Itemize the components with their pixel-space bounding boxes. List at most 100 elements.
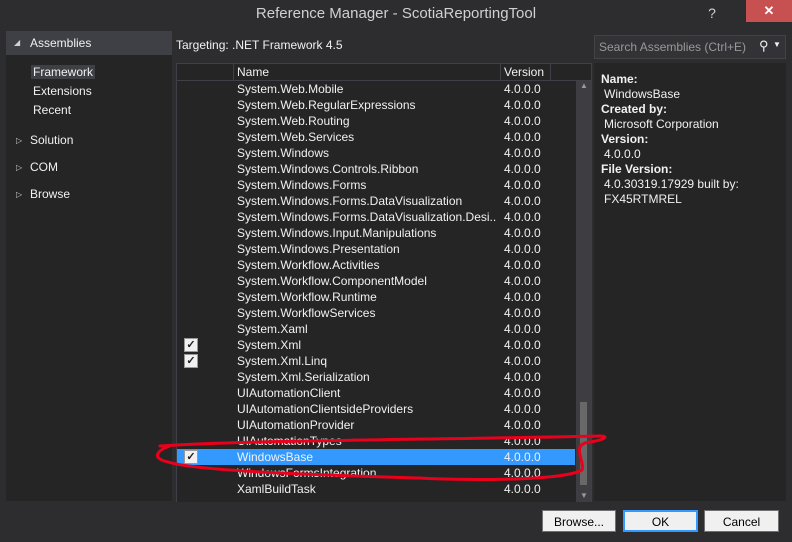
scroll-down-icon[interactable]: ▼ <box>580 491 588 500</box>
assembly-name: System.Xml.Linq <box>237 354 328 368</box>
checkbox-checked-icon[interactable]: ✓ <box>184 354 198 368</box>
scroll-thumb[interactable] <box>580 402 587 485</box>
detail-version-value: 4.0.0.0 <box>604 147 641 161</box>
table-row[interactable]: System.Windows 4.0.0.0 <box>177 145 575 161</box>
assembly-name: System.Xml <box>237 338 302 352</box>
assembly-version: 4.0.0.0 <box>504 322 541 336</box>
chevron-down-icon[interactable]: ▼ <box>773 40 781 49</box>
table-row[interactable]: System.Windows.Controls.Ribbon 4.0.0.0 <box>177 161 575 177</box>
checkbox-checked-icon[interactable]: ✓ <box>184 338 198 352</box>
assembly-name: UIAutomationProvider <box>237 418 355 432</box>
assembly-name: System.Web.RegularExpressions <box>237 98 416 112</box>
scroll-up-icon[interactable]: ▲ <box>580 81 588 90</box>
assembly-name: System.Web.Routing <box>237 114 350 128</box>
table-row[interactable]: System.Windows.Forms 4.0.0.0 <box>177 177 575 193</box>
sidebar-item-label: Browse <box>30 187 71 201</box>
detail-version-label: Version: <box>601 132 649 146</box>
expanded-triangle-icon: ◢ <box>14 38 21 47</box>
table-row[interactable]: System.Windows.Presentation 4.0.0.0 <box>177 241 575 257</box>
column-header-name[interactable]: Name <box>237 65 269 79</box>
assembly-version: 4.0.0.0 <box>504 402 541 416</box>
assembly-version: 4.0.0.0 <box>504 226 541 240</box>
detail-file-version-line2: FX45RTMREL <box>604 192 682 206</box>
checkbox-checked-icon[interactable]: ✓ <box>184 450 198 464</box>
table-row[interactable]: UIAutomationClientsideProviders 4.0.0.0 <box>177 401 575 417</box>
vertical-scrollbar[interactable]: ▲ ▼ <box>576 81 591 502</box>
assembly-name: System.Workflow.Activities <box>237 258 380 272</box>
sidebar-item-framework[interactable]: Framework <box>31 65 96 79</box>
assembly-version: 4.0.0.0 <box>504 338 541 352</box>
table-row[interactable]: ✓ System.Xml.Linq 4.0.0.0 <box>177 353 575 369</box>
assembly-version: 4.0.0.0 <box>504 274 541 288</box>
cancel-button[interactable]: Cancel <box>704 510 779 532</box>
search-box[interactable]: ⚲ ▼ <box>594 35 786 59</box>
assembly-name: System.Windows.Presentation <box>237 242 400 256</box>
browse-button[interactable]: Browse... <box>542 510 616 532</box>
table-row[interactable]: ✓ System.Xml 4.0.0.0 <box>177 337 575 353</box>
assembly-name: System.Windows.Controls.Ribbon <box>237 162 419 176</box>
assembly-version: 4.0.0.0 <box>504 82 541 96</box>
targeting-label: Targeting: .NET Framework 4.5 <box>176 38 343 52</box>
collapsed-triangle-icon: ▷ <box>16 190 23 199</box>
assembly-list: Name Version System.Web.Mobile 4.0.0.0 Sys… <box>176 63 592 503</box>
assembly-version: 4.0.0.0 <box>504 450 541 464</box>
assembly-version: 4.0.0.0 <box>504 386 541 400</box>
table-row[interactable]: System.Windows.Forms.DataVisualization.D… <box>177 209 575 225</box>
assembly-version: 4.0.0.0 <box>504 434 541 448</box>
assembly-name: System.Windows.Forms <box>237 178 367 192</box>
assembly-name: System.Web.Services <box>237 130 355 144</box>
ok-button[interactable]: OK <box>623 510 698 532</box>
assembly-name: System.Workflow.ComponentModel <box>237 274 427 288</box>
table-row[interactable]: System.Windows.Forms.DataVisualization 4.… <box>177 193 575 209</box>
table-row[interactable]: System.Workflow.ComponentModel 4.0.0.0 <box>177 273 575 289</box>
assembly-version: 4.0.0.0 <box>504 178 541 192</box>
search-icon[interactable]: ⚲ <box>759 38 769 54</box>
column-divider[interactable] <box>550 64 551 80</box>
detail-name-label: Name: <box>601 72 638 86</box>
assembly-version: 4.0.0.0 <box>504 370 541 384</box>
table-row[interactable]: UIAutomationTypes 4.0.0.0 <box>177 433 575 449</box>
sidebar-item-assemblies[interactable]: ◢ Assemblies <box>6 31 172 55</box>
assembly-version: 4.0.0.0 <box>504 114 541 128</box>
column-divider[interactable] <box>500 64 501 80</box>
table-row[interactable]: XamlBuildTask 4.0.0.0 <box>177 481 575 497</box>
table-row[interactable]: UIAutomationClient 4.0.0.0 <box>177 385 575 401</box>
title-bar: Reference Manager - ScotiaReportingTool … <box>0 0 792 30</box>
assembly-name: System.Windows.Forms.DataVisualization.D… <box>237 210 497 224</box>
table-row[interactable]: System.Windows.Input.Manipulations 4.0.0.… <box>177 225 575 241</box>
column-header-version[interactable]: Version <box>504 65 544 79</box>
table-row[interactable]: System.Web.Services 4.0.0.0 <box>177 129 575 145</box>
table-row[interactable]: System.Xml.Serialization 4.0.0.0 <box>177 369 575 385</box>
help-button[interactable]: ? <box>700 2 724 24</box>
table-row[interactable]: UIAutomationProvider 4.0.0.0 <box>177 417 575 433</box>
assembly-name: WindowsFormsIntegration <box>237 466 377 480</box>
table-row[interactable]: WindowsFormsIntegration 4.0.0.0 <box>177 465 575 481</box>
column-divider[interactable] <box>233 64 234 80</box>
assembly-version: 4.0.0.0 <box>504 354 541 368</box>
assembly-version: 4.0.0.0 <box>504 290 541 304</box>
assembly-name: UIAutomationTypes <box>237 434 342 448</box>
close-button[interactable]: ✕ <box>746 0 792 22</box>
sidebar-item-extensions[interactable]: Extensions <box>33 84 92 98</box>
table-row[interactable]: ✓ WindowsBase 4.0.0.0 <box>177 449 575 465</box>
assembly-name: System.Windows.Forms.DataVisualization <box>237 194 463 208</box>
sidebar-item-recent[interactable]: Recent <box>33 103 71 117</box>
assembly-version: 4.0.0.0 <box>504 242 541 256</box>
assembly-version: 4.0.0.0 <box>504 466 541 480</box>
assembly-version: 4.0.0.0 <box>504 98 541 112</box>
table-row[interactable]: System.Workflow.Runtime 4.0.0.0 <box>177 289 575 305</box>
table-row[interactable]: System.Web.Routing 4.0.0.0 <box>177 113 575 129</box>
collapsed-triangle-icon: ▷ <box>16 163 23 172</box>
detail-file-version-line1: 4.0.30319.17929 built by: <box>604 177 739 191</box>
search-input[interactable] <box>599 39 749 55</box>
table-row[interactable]: System.Web.Mobile 4.0.0.0 <box>177 81 575 97</box>
assembly-version: 4.0.0.0 <box>504 306 541 320</box>
assembly-version: 4.0.0.0 <box>504 146 541 160</box>
table-row[interactable]: System.WorkflowServices 4.0.0.0 <box>177 305 575 321</box>
table-row[interactable]: System.Web.RegularExpressions 4.0.0.0 <box>177 97 575 113</box>
assembly-name: System.Web.Mobile <box>237 82 344 96</box>
table-row[interactable]: System.Xaml 4.0.0.0 <box>177 321 575 337</box>
table-row[interactable]: System.Workflow.Activities 4.0.0.0 <box>177 257 575 273</box>
detail-file-version-label: File Version: <box>601 162 673 176</box>
assembly-name: System.Xaml <box>237 322 308 336</box>
